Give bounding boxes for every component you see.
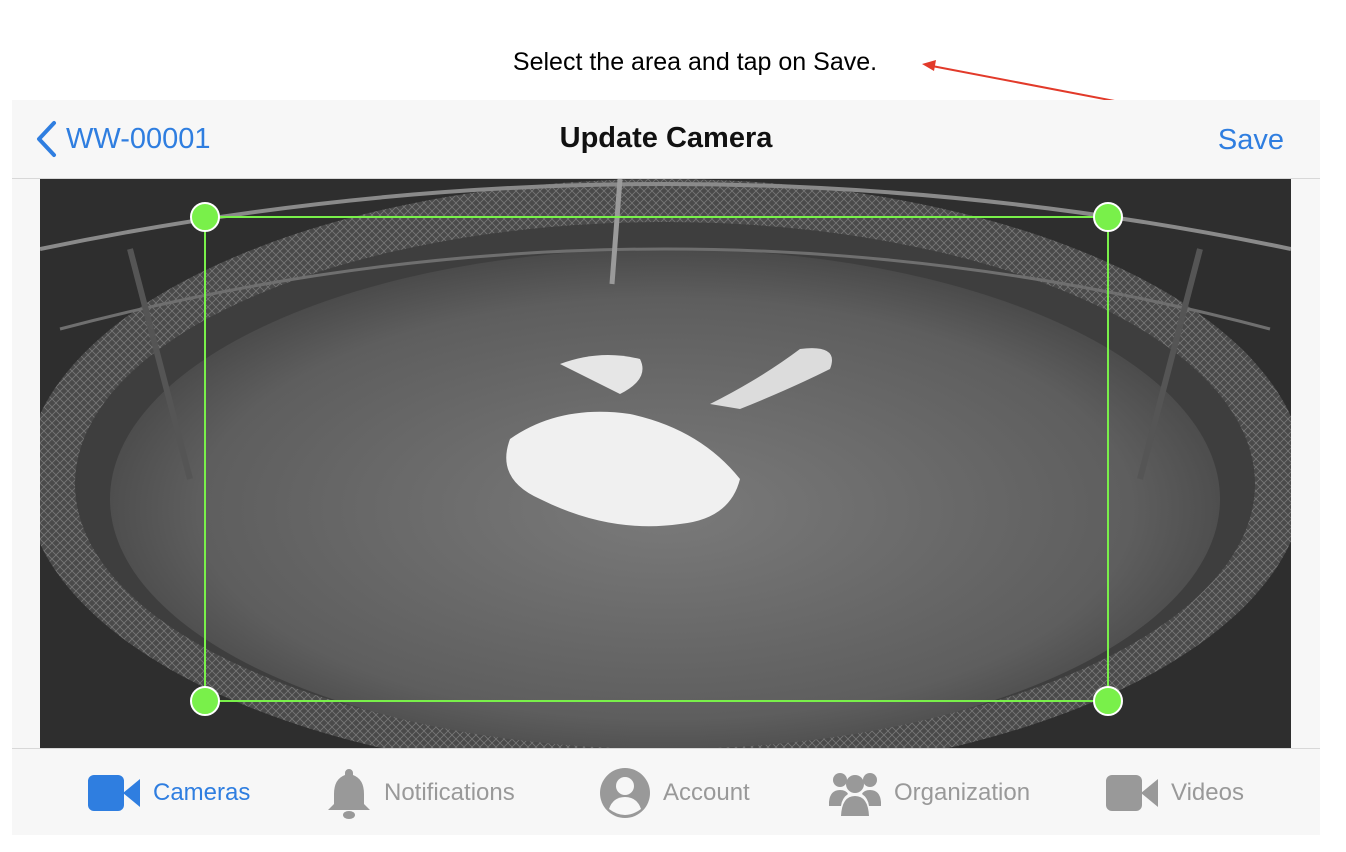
tab-label: Organization — [894, 779, 1031, 806]
tab-notifications[interactable]: Notifications — [326, 765, 515, 821]
tab-organization[interactable]: Organization — [828, 765, 1030, 821]
bell-icon — [328, 769, 370, 819]
tab-bar: Cameras Notifications Account Organizati… — [12, 748, 1320, 835]
app-screen: WW-00001 Update Camera Save Cameras Noti… — [12, 100, 1320, 835]
tab-label: Cameras — [153, 779, 251, 806]
save-button[interactable]: Save — [1218, 124, 1284, 157]
selection-handle-bottom-left[interactable] — [191, 687, 219, 715]
tab-account[interactable]: Account — [599, 765, 750, 821]
instruction-text: Select the area and tap on Save. — [512, 48, 878, 76]
tab-videos[interactable]: Videos — [1105, 765, 1244, 821]
user-circle-icon — [600, 768, 650, 818]
tab-label: Videos — [1171, 779, 1244, 806]
video-camera-icon — [1106, 775, 1158, 811]
page-title: Update Camera — [559, 122, 773, 154]
instruction-annotation: Select the area and tap on Save. — [0, 48, 1346, 77]
tab-cameras[interactable]: Cameras — [87, 765, 250, 821]
tab-label: Notifications — [384, 779, 515, 806]
navigation-bar: WW-00001 Update Camera Save — [12, 100, 1320, 179]
selection-handle-top-left[interactable] — [191, 203, 219, 231]
video-camera-icon — [88, 775, 140, 811]
selection-rectangle[interactable] — [205, 217, 1108, 701]
users-group-icon — [829, 773, 881, 816]
camera-feed[interactable] — [40, 179, 1291, 748]
selection-handle-bottom-right[interactable] — [1094, 687, 1122, 715]
selection-handle-top-right[interactable] — [1094, 203, 1122, 231]
tab-label: Account — [663, 779, 750, 806]
